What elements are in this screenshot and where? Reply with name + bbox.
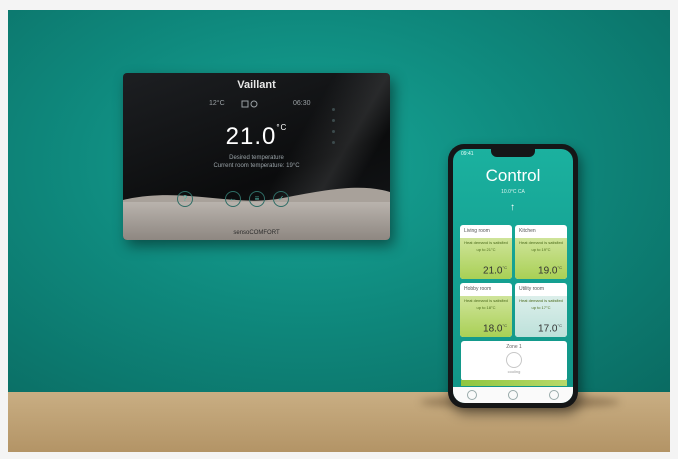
current-temperature-label: Current room temperature: 19°C	[213, 163, 300, 169]
room-target: up to 19°C	[531, 247, 551, 252]
set-temperature: 21.0°C	[123, 123, 390, 151]
confirm-button[interactable]: ✓	[273, 191, 289, 207]
zone-name: Zone 1	[506, 344, 522, 350]
room-status: Heat demand is satisfied up to 18°C 18.0…	[460, 296, 512, 337]
mode-icons	[241, 100, 261, 110]
phone-screen: 09:41 Control 10.0°C CA ↑ Living room He…	[453, 149, 573, 403]
help-button[interactable]: ?	[177, 191, 193, 207]
tab-bar	[453, 387, 573, 403]
back-button[interactable]: ←	[225, 191, 241, 207]
room-name: Living room	[464, 228, 490, 234]
room-name: Utility room	[519, 286, 545, 292]
clock-time: 06:30	[293, 100, 311, 107]
room-temperature: 18.0°C	[483, 322, 507, 334]
thermostat-device: Vaillant 12°C 06:30 21.0°C Desired tempe…	[123, 73, 390, 240]
tab-settings-icon[interactable]	[549, 390, 559, 400]
tab-home-icon[interactable]	[467, 390, 477, 400]
app-title: Control	[485, 166, 541, 185]
room-note: Heat demand is satisfied	[464, 298, 508, 303]
temperature-unit: °C	[276, 123, 288, 132]
room-target: up to 17°C	[531, 305, 551, 310]
room-card-kitchen[interactable]: Kitchen Heat demand is satisfied up to 1…	[515, 225, 567, 279]
room-temperature: 21.0°C	[483, 264, 507, 276]
photo-frame: Vaillant 12°C 06:30 21.0°C Desired tempe…	[0, 0, 678, 459]
menu-button[interactable]: ≡	[249, 191, 265, 207]
snowflake-icon	[506, 352, 522, 368]
room-card-living[interactable]: Living room Heat demand is satisfied up …	[460, 225, 512, 279]
status-time: 09:41	[461, 151, 474, 157]
temperature-value: 21.0	[225, 123, 277, 150]
room-status: Heat demand is satisfied up to 19°C 19.0…	[515, 238, 567, 279]
room-card-hobby[interactable]: Hobby room Heat demand is satisfied up t…	[460, 283, 512, 337]
phone-notch	[491, 149, 535, 157]
room-note: Heat demand is satisfied	[519, 240, 563, 245]
outdoor-status: 10.0°C CA	[501, 189, 525, 195]
room-temperature: 19.0°C	[538, 264, 562, 276]
room-status: Heat demand is satisfied up to 21°C 21.0…	[460, 238, 512, 279]
room-name: Hobby room	[464, 286, 492, 292]
room-name: Kitchen	[519, 228, 536, 234]
smartphone: 09:41 Control 10.0°C CA ↑ Living room He…	[448, 144, 578, 408]
model-name: sensoCOMFORT	[233, 230, 280, 236]
zone-mode: cooling	[507, 369, 521, 374]
desired-temperature-label: Desired temperature	[229, 155, 284, 161]
room-target: up to 21°C	[476, 247, 496, 252]
zone-card[interactable]: Zone 1 cooling	[461, 341, 567, 381]
brand-logo: Vaillant	[237, 79, 276, 91]
room-temperature: 17.0°C	[538, 322, 562, 334]
up-arrow-icon: ↑	[510, 202, 515, 213]
room-note: Heat demand is satisfied	[519, 298, 563, 303]
room-status: Heat demand is satisfied up to 17°C 17.0…	[515, 296, 567, 337]
zone-status-bar	[461, 380, 567, 386]
room-note: Heat demand is satisfied	[464, 240, 508, 245]
room-target: up to 18°C	[476, 305, 496, 310]
indicator-dots	[332, 108, 336, 152]
outdoor-temperature: 12°C	[209, 100, 225, 107]
room-card-utility[interactable]: Utility room Heat demand is satisfied up…	[515, 283, 567, 337]
tab-control-icon[interactable]	[508, 390, 518, 400]
